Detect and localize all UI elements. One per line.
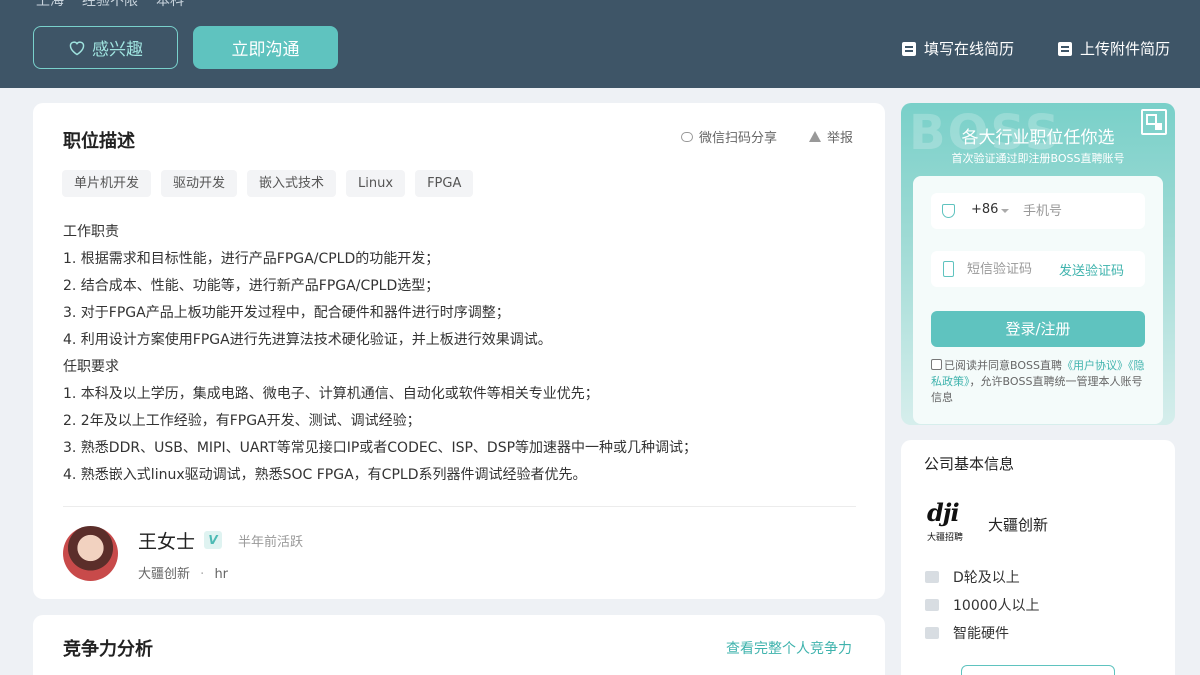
shield-icon: [942, 204, 955, 218]
recruiter-company-role: 大疆创新 · hr: [138, 563, 228, 582]
description-line: 1. 本科及以上学历，集成电路、微电子、计算机通信、自动化或软件等相关专业优先；: [63, 386, 599, 402]
verified-badge-icon: V: [204, 531, 222, 549]
interest-button[interactable]: 感兴趣: [33, 26, 178, 69]
skill-tag: 驱动开发: [161, 170, 238, 197]
competitiveness-title: 竞争力分析: [63, 639, 153, 660]
upload-resume-link[interactable]: 上传附件简历: [1058, 38, 1170, 59]
warning-icon: [809, 131, 821, 142]
recruiter-active-status: 半年前活跃: [238, 535, 304, 550]
wechat-share-link[interactable]: 微信扫码分享: [681, 127, 777, 146]
chat-bubble-icon: [681, 131, 693, 142]
view-company-button[interactable]: [961, 665, 1115, 675]
login-form: +86 发送验证码 登录/注册 已阅读并同意BOSS直聘《用户协议》《隐私政策》…: [913, 176, 1163, 424]
report-link[interactable]: 举报: [809, 127, 853, 146]
company-stage: D轮及以上: [925, 567, 1020, 587]
company-industry-text: 智能硬件: [953, 626, 1009, 642]
upload-resume-label: 上传附件简历: [1080, 40, 1171, 58]
skill-tag: 单片机开发: [62, 170, 152, 197]
competitiveness-card: 竞争力分析 查看完整个人竞争力: [33, 615, 885, 675]
mobile-icon: [943, 261, 954, 277]
description-line: 3. 熟悉DDR、USB、MIPI、UART等常见接口IP或者CODEC、ISP…: [63, 440, 698, 456]
phone-field: +86: [931, 193, 1145, 229]
login-subtitle: 首次验证通过即注册BOSS直聘账号: [951, 152, 1125, 165]
login-card: BOSS 各大行业职位任你选 首次验证通过即注册BOSS直聘账号 +86 发送验…: [901, 103, 1175, 425]
send-code-button[interactable]: 发送验证码: [1059, 260, 1124, 279]
company-info-title: 公司基本信息: [924, 455, 1015, 473]
divider: [63, 506, 856, 507]
description-line: 工作职责: [63, 224, 119, 240]
share-label: 微信扫码分享: [699, 131, 778, 146]
interest-label: 感兴趣: [92, 40, 143, 60]
job-header: 上海 经验不限 本科 感兴趣 立即沟通 填写在线简历 上传附件简历: [0, 0, 1200, 88]
login-title: 各大行业职位任你选: [961, 128, 1115, 148]
chat-now-button[interactable]: 立即沟通: [193, 26, 338, 69]
job-description-card: 职位描述 微信扫码分享 举报 单片机开发 驱动开发 嵌入式技术 Linux FP…: [33, 103, 885, 599]
sms-code-input[interactable]: [967, 258, 1057, 280]
online-resume-link[interactable]: 填写在线简历: [902, 38, 1014, 59]
agree-prefix: 已阅读并同意BOSS直聘: [944, 359, 1062, 372]
skill-tags: 单片机开发 驱动开发 嵌入式技术 Linux FPGA: [62, 170, 474, 197]
chevron-down-icon: [1001, 209, 1009, 213]
agreement-text: 已阅读并同意BOSS直聘《用户协议》《隐私政策》，允许BOSS直聘统一管理本人账…: [931, 358, 1145, 406]
logo-text: dji: [927, 498, 960, 527]
recruiter-company: 大疆创新: [138, 567, 191, 582]
resume-icon: [902, 41, 916, 56]
recruiter-name: 王女士: [138, 531, 196, 553]
sms-code-field: 发送验证码: [931, 251, 1145, 287]
building-icon: [925, 627, 939, 639]
company-size-text: 10000人以上: [953, 598, 1040, 614]
company-stage-text: D轮及以上: [953, 570, 1020, 586]
description-line: 1. 根据需求和目标性能，进行产品FPGA/CPLD的功能开发；: [63, 251, 440, 267]
description-line: 4. 熟悉嵌入式linux驱动调试，熟悉SOC FPGA，有CPLD系列器件调试…: [63, 467, 587, 483]
company-size: 10000人以上: [925, 595, 1040, 615]
view-competitiveness-link[interactable]: 查看完整个人竞争力: [726, 638, 852, 658]
company-info-card: 公司基本信息 dji 大疆招聘 大疆创新 D轮及以上 10000人以上 智能硬件: [901, 440, 1175, 675]
job-description-title: 职位描述: [63, 131, 135, 152]
skill-tag: 嵌入式技术: [247, 170, 337, 197]
people-icon: [925, 599, 939, 611]
recruiter-avatar[interactable]: [63, 526, 118, 581]
description-line: 4. 利用设计方案使用FPGA进行先进算法技术硬化验证，并上板进行效果调试。: [63, 332, 552, 348]
experience: 经验不限: [82, 0, 138, 9]
phone-input[interactable]: [1023, 200, 1138, 222]
user-agreement-link[interactable]: 《用户协议》: [1062, 359, 1128, 372]
skill-tag: FPGA: [415, 170, 474, 197]
recruiter-role: hr: [214, 567, 229, 582]
company-name[interactable]: 大疆创新: [988, 514, 1048, 535]
login-register-button[interactable]: 登录/注册: [931, 311, 1145, 347]
company-industry: 智能硬件: [925, 623, 1009, 643]
funding-icon: [925, 571, 939, 583]
description-line: 任职要求: [63, 359, 119, 375]
job-meta-strip: 上海 经验不限 本科: [36, 0, 184, 10]
company-logo[interactable]: dji 大疆招聘: [924, 498, 972, 546]
description-line: 3. 对于FPGA产品上板功能开发过程中，配合硬件和器件进行时序调整；: [63, 305, 510, 321]
separator: ·: [200, 567, 205, 582]
logo-subtext: 大疆招聘: [927, 533, 964, 543]
country-code-select[interactable]: +86: [971, 202, 998, 217]
job-description-text: 工作职责 1. 根据需求和目标性能，进行产品FPGA/CPLD的功能开发； 2.…: [63, 219, 863, 489]
city: 上海: [36, 0, 64, 9]
heart-icon: [69, 40, 85, 55]
report-label: 举报: [827, 131, 854, 146]
online-resume-label: 填写在线简历: [924, 40, 1015, 58]
degree: 本科: [156, 0, 184, 9]
agree-checkbox[interactable]: [931, 359, 942, 370]
description-line: 2. 2年及以上工作经验，有FPGA开发、测试、调试经验；: [63, 413, 421, 429]
description-line: 2. 结合成本、性能、功能等，进行新产品FPGA/CPLD选型；: [63, 278, 440, 294]
attachment-icon: [1058, 41, 1072, 56]
skill-tag: Linux: [346, 170, 406, 197]
